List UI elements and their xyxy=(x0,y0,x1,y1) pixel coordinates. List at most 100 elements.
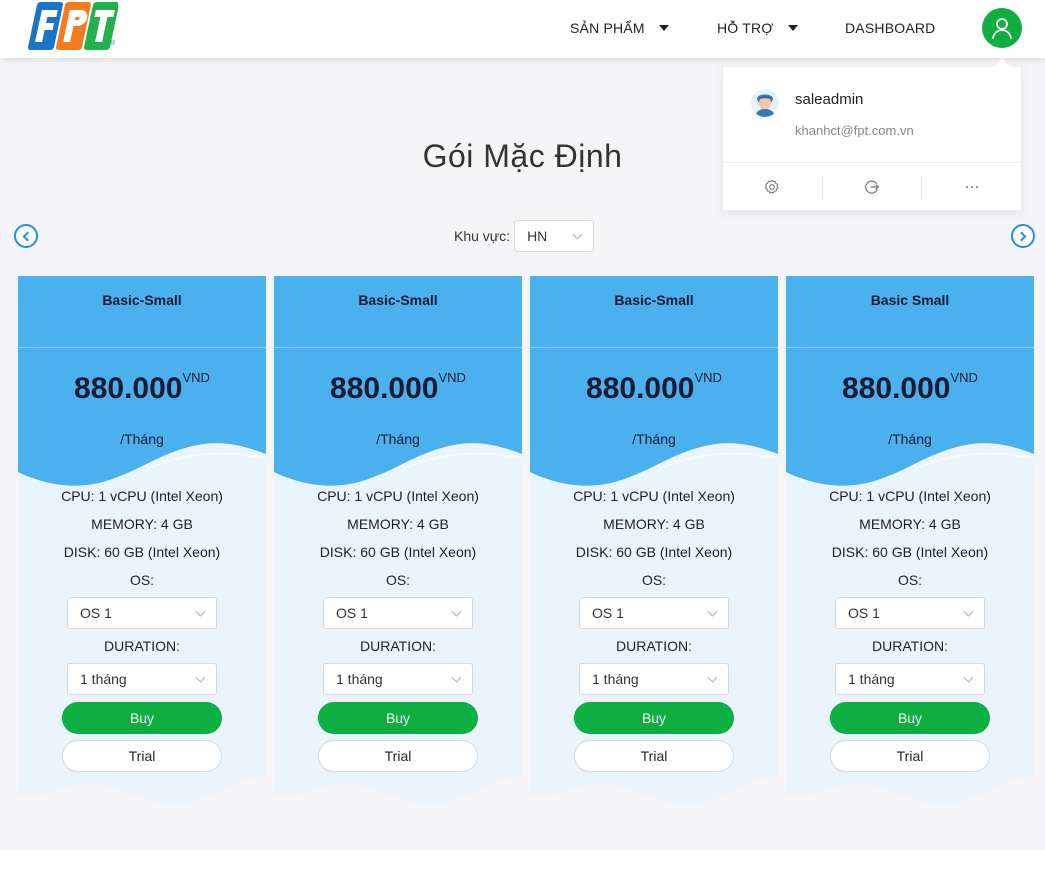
duration-select[interactable]: 1 tháng xyxy=(579,663,729,695)
avatar xyxy=(751,89,779,117)
settings-button[interactable] xyxy=(723,175,822,199)
price-row: 880.000VND xyxy=(18,370,266,406)
carousel-next-button[interactable] xyxy=(1011,224,1035,248)
os-select[interactable]: OS 1 xyxy=(323,597,473,629)
plan-currency: VND xyxy=(694,370,722,385)
os-select-value: OS 1 xyxy=(80,605,112,621)
os-label: OS: xyxy=(129,572,155,588)
user-menu-button[interactable] xyxy=(982,8,1022,48)
nav-support-label: HỖ TRỢ xyxy=(717,20,774,36)
chevron-down-icon xyxy=(572,229,583,240)
more-icon xyxy=(965,186,978,188)
spec-memory: MEMORY: 4 GB xyxy=(859,516,961,532)
duration-label: DURATION: xyxy=(360,638,436,654)
chevron-down-icon xyxy=(451,672,462,683)
gear-icon xyxy=(765,179,779,194)
duration-label: DURATION: xyxy=(104,638,180,654)
chevron-down-icon xyxy=(707,672,718,683)
os-select[interactable]: OS 1 xyxy=(579,597,729,629)
chevron-down-icon xyxy=(195,606,206,617)
trial-button[interactable]: Trial xyxy=(318,740,478,772)
plan-period: /Tháng xyxy=(888,431,932,447)
plan-card: Basic-Small 880.000VND/Tháng CPU: 1 vCPU (… xyxy=(18,276,266,804)
os-label: OS: xyxy=(385,572,411,588)
user-icon xyxy=(992,18,1012,39)
buy-button[interactable]: Buy xyxy=(574,702,734,734)
plan-price: 880.000 xyxy=(842,372,951,405)
plan-name: Basic-Small xyxy=(358,292,438,308)
svg-text:®: ® xyxy=(110,39,116,47)
spec-cpu: CPU: 1 vCPU (Intel Xeon) xyxy=(573,488,735,504)
region-select[interactable]: HN xyxy=(514,220,595,252)
chevron-right-icon xyxy=(1016,231,1027,241)
os-select[interactable]: OS 1 xyxy=(67,597,217,629)
plan-period: /Tháng xyxy=(376,431,420,447)
nav-products-label: SẢN PHẨM xyxy=(570,20,645,36)
card-divider xyxy=(274,347,522,348)
spec-disk: DISK: 60 GB (Intel Xeon) xyxy=(63,544,221,560)
plan-period: /Tháng xyxy=(120,431,164,447)
spec-cpu: CPU: 1 vCPU (Intel Xeon) xyxy=(829,488,991,504)
top-header: ® SẢN PHẨM HỖ TRỢ DASHBOARD xyxy=(0,0,1045,58)
price-row: 880.000VND xyxy=(786,370,1034,406)
buy-button[interactable]: Buy xyxy=(830,702,990,734)
carousel-prev-button[interactable] xyxy=(14,224,38,248)
os-label: OS: xyxy=(641,572,667,588)
plan-card: Basic-Small 880.000VND/Tháng CPU: 1 vCPU (… xyxy=(530,276,778,804)
plan-name: Basic-Small xyxy=(614,292,694,308)
spec-memory: MEMORY: 4 GB xyxy=(347,516,449,532)
fpt-logo[interactable]: ® xyxy=(28,0,118,54)
card-divider xyxy=(18,347,266,348)
nav-dashboard-label: DASHBOARD xyxy=(845,20,936,36)
os-label: OS: xyxy=(897,572,923,588)
more-button[interactable] xyxy=(921,175,1021,199)
duration-select-value: 1 tháng xyxy=(336,671,383,687)
spec-disk: DISK: 60 GB (Intel Xeon) xyxy=(831,544,989,560)
user-dropdown: saleadmin khanhct@fpt.com.vn xyxy=(722,66,1022,211)
chevron-down-icon xyxy=(707,606,718,617)
spec-memory: MEMORY: 4 GB xyxy=(91,516,193,532)
plan-name: Basic Small xyxy=(870,292,950,308)
plan-name: Basic-Small xyxy=(102,292,182,308)
logout-icon xyxy=(865,180,880,194)
spec-cpu: CPU: 1 vCPU (Intel Xeon) xyxy=(317,488,479,504)
card-divider xyxy=(786,347,1034,348)
duration-select-value: 1 tháng xyxy=(80,671,127,687)
os-select[interactable]: OS 1 xyxy=(835,597,985,629)
os-select-value: OS 1 xyxy=(336,605,368,621)
duration-select[interactable]: 1 tháng xyxy=(67,663,217,695)
spec-disk: DISK: 60 GB (Intel Xeon) xyxy=(575,544,733,560)
os-select-value: OS 1 xyxy=(592,605,624,621)
plan-currency: VND xyxy=(182,370,210,385)
plan-price: 880.000 xyxy=(586,372,695,405)
trial-button[interactable]: Trial xyxy=(574,740,734,772)
duration-label: DURATION: xyxy=(616,638,692,654)
buy-button[interactable]: Buy xyxy=(318,702,478,734)
nav-support[interactable]: HỖ TRỢ xyxy=(717,20,798,36)
duration-select-value: 1 tháng xyxy=(592,671,639,687)
plan-card: Basic Small 880.000VND/Tháng CPU: 1 vCPU (… xyxy=(786,276,1034,804)
price-row: 880.000VND xyxy=(530,370,778,406)
duration-label: DURATION: xyxy=(872,638,948,654)
region-select-value: HN xyxy=(527,228,548,244)
os-select-value: OS 1 xyxy=(848,605,880,621)
chevron-down-icon xyxy=(195,672,206,683)
plan-currency: VND xyxy=(438,370,466,385)
logout-button[interactable] xyxy=(821,175,922,199)
spec-cpu: CPU: 1 vCPU (Intel Xeon) xyxy=(61,488,223,504)
plan-card: Basic-Small 880.000VND/Tháng CPU: 1 vCPU (… xyxy=(274,276,522,804)
buy-button[interactable]: Buy xyxy=(62,702,222,734)
nav-dashboard[interactable]: DASHBOARD xyxy=(845,20,935,36)
spec-memory: MEMORY: 4 GB xyxy=(603,516,705,532)
user-dropdown-actions xyxy=(723,162,1021,211)
caret-down-icon xyxy=(658,25,669,31)
trial-button[interactable]: Trial xyxy=(830,740,990,772)
chevron-left-icon xyxy=(22,231,33,241)
caret-down-icon xyxy=(787,25,798,31)
duration-select[interactable]: 1 tháng xyxy=(323,663,473,695)
nav-products[interactable]: SẢN PHẨM xyxy=(570,20,669,36)
chevron-down-icon xyxy=(963,606,974,617)
duration-select-value: 1 tháng xyxy=(848,671,895,687)
trial-button[interactable]: Trial xyxy=(62,740,222,772)
duration-select[interactable]: 1 tháng xyxy=(835,663,985,695)
